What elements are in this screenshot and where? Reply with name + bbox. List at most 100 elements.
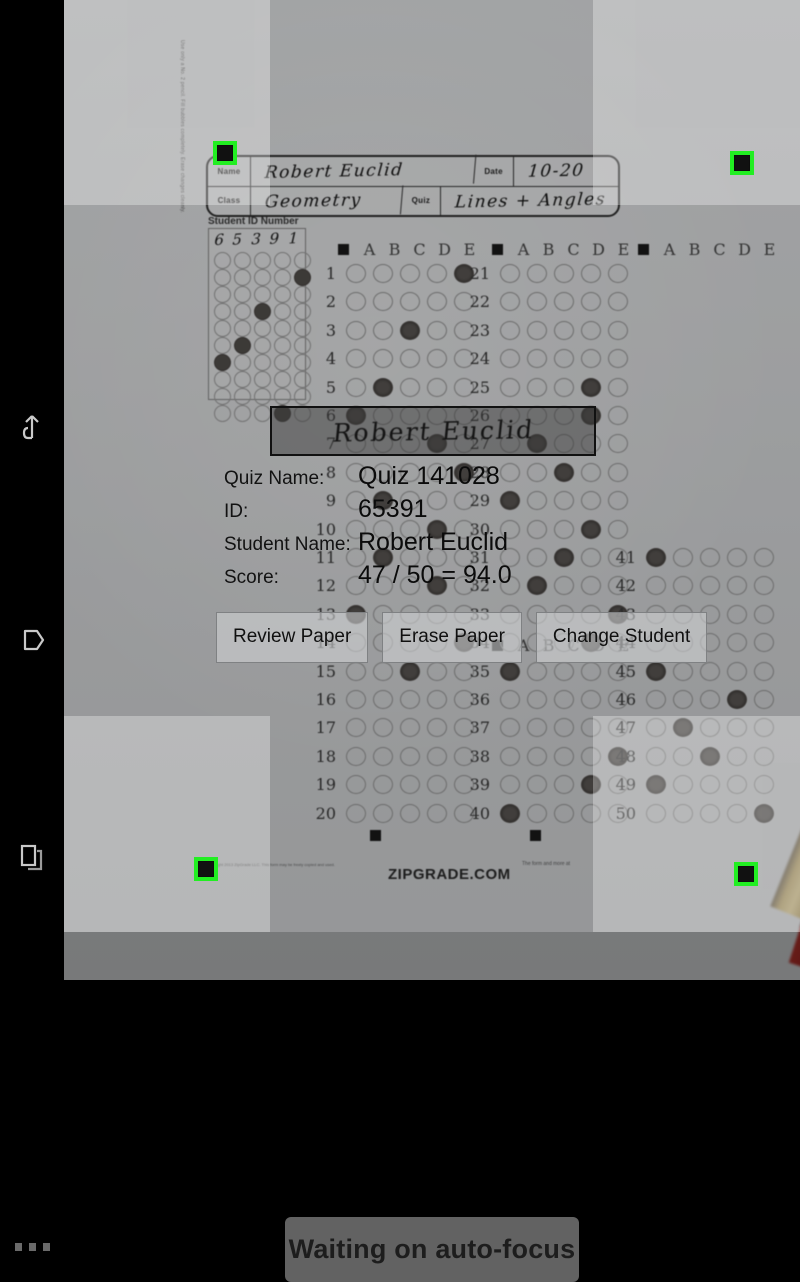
answer-bubble	[345, 349, 366, 369]
answer-bubble	[499, 775, 520, 795]
answer-bubble	[607, 434, 628, 454]
choice-letter: B	[542, 240, 555, 259]
question-number: 5	[325, 377, 336, 397]
student-id-bubble	[213, 286, 231, 303]
answer-bubble	[580, 718, 601, 738]
student-id-bubble-row	[212, 252, 312, 269]
answer-bubble	[345, 292, 366, 312]
student-id-bubble	[233, 252, 251, 269]
student-id-bubble	[233, 405, 251, 422]
student-id-bubble	[273, 371, 291, 388]
question-number: 19	[315, 775, 336, 795]
recent-apps-icon	[20, 844, 43, 871]
answer-bubble	[345, 775, 366, 795]
question-number: 15	[315, 661, 336, 681]
answer-row: 45	[610, 661, 777, 681]
answer-bubble	[345, 264, 366, 283]
form-date-value: 10-20	[526, 160, 586, 183]
student-id-bubble	[253, 371, 271, 388]
choice-letter: C	[567, 240, 580, 259]
sheet-header-form: Name Robert Euclid Date 10-20 Class Geom…	[206, 154, 620, 217]
detection-marker-bottom-left	[194, 857, 218, 881]
question-number: 16	[315, 690, 336, 709]
answer-bubble	[499, 349, 520, 369]
choice-letter: E	[463, 240, 476, 259]
answer-bubble	[580, 320, 601, 340]
answer-bubble	[672, 690, 693, 709]
answer-row: 20	[310, 803, 477, 823]
answer-bubble	[553, 377, 574, 397]
answer-bubble	[426, 349, 447, 369]
answer-bubble	[426, 661, 447, 681]
student-id-bubble-row	[212, 354, 312, 371]
answer-bubble	[553, 690, 574, 709]
student-id-bubble	[273, 320, 291, 337]
answer-bubble	[553, 292, 574, 312]
answer-bubble	[580, 775, 601, 795]
form-class-value: Geometry	[249, 184, 404, 217]
answer-row: 40	[464, 803, 631, 823]
home-icon	[23, 629, 45, 651]
answer-bubble	[372, 661, 393, 681]
question-number: 37	[469, 718, 490, 738]
answer-row: 22	[464, 292, 631, 312]
question-number: 18	[315, 746, 336, 766]
answer-bubble	[372, 718, 393, 738]
choice-letter: E	[763, 240, 776, 259]
overflow-menu-button[interactable]	[8, 1232, 56, 1262]
answer-bubble	[645, 661, 666, 681]
zipgrade-branding: ZIPGRADE.COM	[388, 866, 511, 883]
answer-bubble	[580, 292, 601, 312]
student-id-bubble	[293, 252, 311, 269]
nav-back-button[interactable]	[0, 392, 64, 456]
answer-bubble	[699, 690, 720, 709]
overflow-menu-icon	[14, 1243, 22, 1251]
form-quiz-label: Quiz	[402, 186, 441, 215]
answer-bubble	[499, 690, 520, 709]
alignment-square-icon	[638, 244, 649, 255]
answer-bubble	[399, 377, 420, 397]
student-id-bubble	[233, 320, 251, 337]
result-field-list: Quiz Name: Quiz 141028 ID: 65391 Student…	[224, 462, 744, 594]
erase-paper-button[interactable]: Erase Paper	[382, 612, 522, 663]
answer-bubble	[753, 718, 774, 738]
answer-bubble	[526, 803, 547, 823]
student-id-bubble	[253, 269, 271, 286]
column-header-1: ABCDE	[338, 240, 482, 259]
answer-bubble	[672, 746, 693, 766]
back-arrow-icon	[22, 415, 39, 440]
form-date-label: Date	[475, 157, 514, 186]
student-name-value: Robert Euclid	[358, 528, 509, 556]
student-id-bubble	[293, 371, 311, 388]
nav-home-button[interactable]	[0, 608, 64, 672]
student-id-bubble-row	[212, 269, 312, 286]
answer-bubble	[372, 349, 393, 369]
question-number: 2	[325, 292, 336, 312]
student-id-bubble	[233, 354, 251, 371]
question-number: 21	[469, 264, 490, 283]
answer-bubble	[399, 690, 420, 709]
answer-bubble	[399, 718, 420, 738]
answer-row: 4	[310, 349, 477, 369]
choice-letter: D	[438, 240, 451, 259]
answer-bubble	[372, 803, 393, 823]
answer-bubble	[672, 803, 693, 823]
choice-letter: A	[663, 240, 676, 259]
student-id-bubble	[273, 354, 291, 371]
change-student-button[interactable]: Change Student	[535, 612, 708, 663]
student-id-bubble	[233, 388, 251, 405]
nav-recents-button[interactable]	[0, 825, 64, 889]
answer-bubble	[499, 746, 520, 766]
question-number: 39	[469, 775, 490, 795]
answer-row: 49	[610, 775, 777, 795]
question-number: 17	[315, 718, 336, 738]
answer-bubble	[426, 746, 447, 766]
answer-bubble	[345, 803, 366, 823]
answer-bubble	[372, 292, 393, 312]
review-paper-button[interactable]: Review Paper	[216, 612, 369, 663]
answer-bubble	[499, 264, 520, 283]
student-id-bubble-row	[212, 337, 312, 354]
choice-letter: D	[738, 240, 751, 259]
answer-bubble	[526, 292, 547, 312]
answer-bubble	[499, 803, 520, 823]
